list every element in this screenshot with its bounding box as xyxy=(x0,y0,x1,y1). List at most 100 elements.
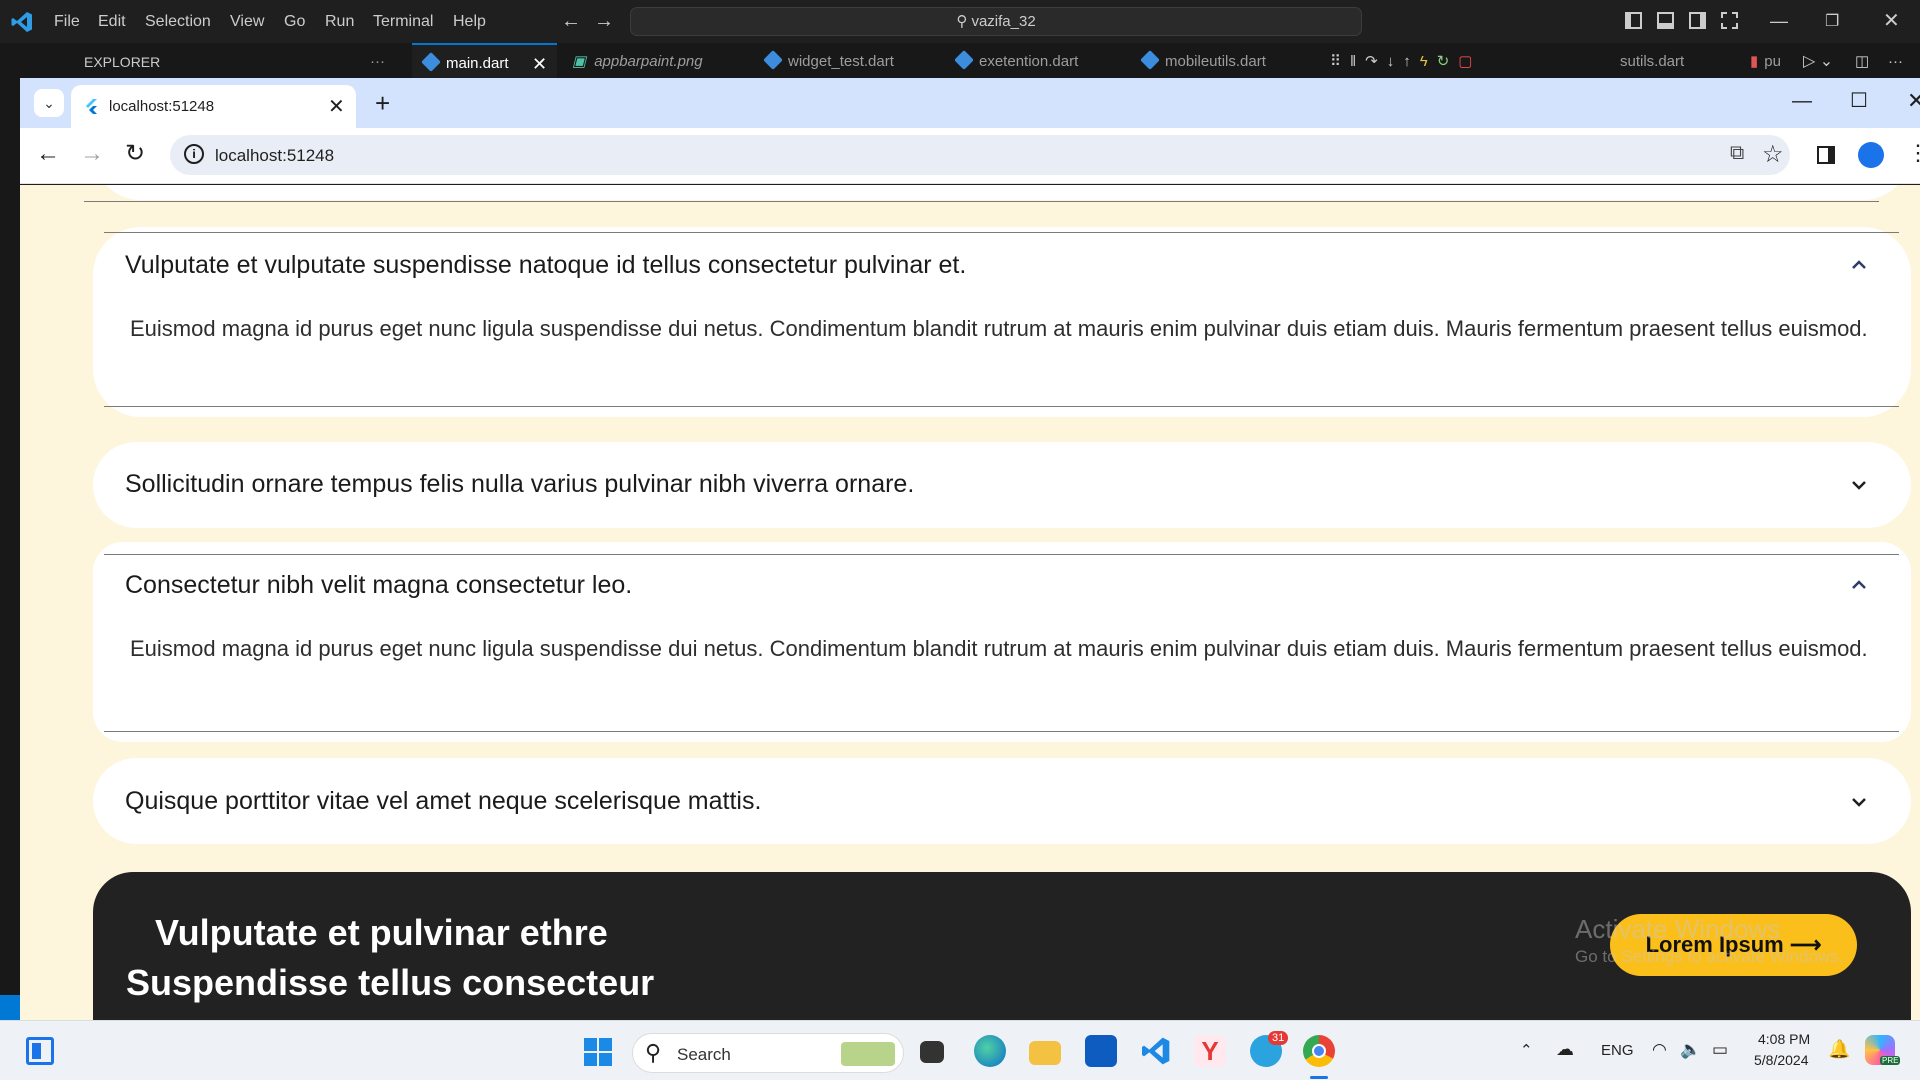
faq-item-3[interactable]: Consectetur nibh velit magna consectetur… xyxy=(93,542,1911,742)
close-tab-icon[interactable]: ✕ xyxy=(328,94,345,119)
new-tab-button[interactable]: + xyxy=(375,88,390,119)
bookmark-star-icon[interactable]: ☆ xyxy=(1762,140,1784,169)
minimize-icon[interactable]: — xyxy=(1792,90,1812,113)
tab-title: localhost:51248 xyxy=(109,98,215,115)
notification-bell-icon[interactable]: 🔔 xyxy=(1828,1039,1850,1060)
faq-question[interactable]: Quisque porttitor vitae vel amet neque s… xyxy=(125,787,761,816)
translate-icon[interactable]: ⧉ xyxy=(1730,142,1744,165)
yandex-browser-icon[interactable]: Y xyxy=(1194,1035,1226,1067)
restore-icon[interactable]: ❐ xyxy=(1825,0,1839,43)
faq-card-previous xyxy=(93,185,1911,200)
browser-tab[interactable]: localhost:51248 ✕ xyxy=(71,85,356,128)
dart-file-icon xyxy=(1140,50,1160,70)
menu-kebab-icon[interactable]: ⋮ xyxy=(1907,140,1920,166)
vscode-logo-icon xyxy=(11,12,32,32)
stop-icon[interactable]: ▢ xyxy=(1458,53,1481,70)
menu-file[interactable]: File xyxy=(54,0,80,43)
faq-question[interactable]: Sollicitudin ornare tempus felis nulla v… xyxy=(125,470,914,499)
menu-go[interactable]: Go xyxy=(284,0,305,43)
faq-question[interactable]: Consectetur nibh velit magna consectetur… xyxy=(125,571,632,600)
onedrive-icon[interactable]: ☁ xyxy=(1556,1039,1574,1060)
forward-arrow-icon[interactable]: → xyxy=(594,0,614,43)
address-bar[interactable]: i localhost:51248 ⧉ ☆ xyxy=(170,135,1790,175)
chevron-down-icon[interactable] xyxy=(1849,475,1869,495)
edge-icon[interactable] xyxy=(974,1035,1006,1067)
active-app-indicator xyxy=(1310,1076,1328,1079)
menu-help[interactable]: Help xyxy=(453,0,486,43)
tab-appbarpaint-png[interactable]: ▣ appbarpaint.png xyxy=(572,43,703,78)
workspace-name: vazifa_32 xyxy=(971,13,1036,30)
reload-icon[interactable]: ↻ xyxy=(125,139,145,168)
cta-section: Vulputate et pulvinar ethre Suspendisse … xyxy=(93,872,1911,1020)
menu-selection[interactable]: Selection xyxy=(145,0,211,43)
forward-arrow-icon[interactable]: → xyxy=(80,140,104,168)
wifi-icon[interactable]: ◠ xyxy=(1652,1040,1667,1060)
clock-date[interactable]: 5/8/2024 xyxy=(1754,1052,1809,1068)
menu-view[interactable]: View xyxy=(230,0,264,43)
language-indicator[interactable]: ENG xyxy=(1601,1042,1634,1059)
back-arrow-icon[interactable]: ← xyxy=(36,140,60,168)
windows-start-icon[interactable] xyxy=(584,1038,612,1066)
menu-terminal[interactable]: Terminal xyxy=(373,0,433,43)
chevron-up-icon[interactable] xyxy=(1849,255,1869,275)
close-window-icon[interactable]: ✕ xyxy=(1883,0,1900,43)
faq-item-2[interactable]: Sollicitudin ornare tempus felis nulla v… xyxy=(93,442,1911,528)
faq-question[interactable]: Vulputate et vulputate suspendisse natoq… xyxy=(125,251,966,280)
image-file-icon: ▣ xyxy=(572,53,587,70)
chevron-up-icon[interactable] xyxy=(1849,575,1869,595)
pdf-file-icon: ▮ xyxy=(1750,53,1759,70)
task-view-icon[interactable] xyxy=(920,1041,944,1063)
profile-avatar-icon[interactable] xyxy=(1858,142,1884,168)
command-center[interactable]: ⚲ vazifa_32 xyxy=(630,7,1362,36)
activity-bar xyxy=(0,43,20,1080)
maximize-icon[interactable]: ☐ xyxy=(1850,88,1868,113)
side-panel-icon[interactable] xyxy=(1817,146,1835,164)
close-window-icon[interactable]: ✕ xyxy=(1907,88,1920,114)
vscode-taskbar-icon[interactable] xyxy=(1140,1035,1172,1067)
taskbar: ⚲ Search Y 31 ⌃ ☁ ENG ◠ 🔈 ▭ 4:08 PM 5/8/… xyxy=(0,1020,1920,1080)
page-viewport: Vulputate et vulputate suspendisse natoq… xyxy=(20,185,1920,1020)
customize-layout-icon[interactable] xyxy=(1721,12,1738,29)
store-icon[interactable] xyxy=(1085,1035,1117,1067)
debug-toolbar[interactable]: ⠿‖↷↓↑ϟ↻▢ xyxy=(1330,43,1481,78)
copilot-pre-badge: PRE xyxy=(1880,1056,1901,1065)
faq-item-4[interactable]: Quisque porttitor vitae vel amet neque s… xyxy=(93,758,1911,844)
tab-exetention-dart[interactable]: exetention.dart xyxy=(954,43,1078,78)
clock-time[interactable]: 4:08 PM xyxy=(1758,1031,1810,1047)
menu-run[interactable]: Run xyxy=(325,0,354,43)
chevron-down-icon[interactable] xyxy=(1849,792,1869,812)
taskbar-search[interactable]: ⚲ Search xyxy=(632,1033,904,1073)
cta-heading-line2: Suspendisse tellus consecteur xyxy=(126,962,655,1003)
tab-sutils-dart[interactable]: sutils.dart xyxy=(1620,43,1684,78)
search-icon: ⚲ xyxy=(645,1040,662,1065)
faq-item-1[interactable]: Vulputate et vulputate suspendisse natoq… xyxy=(93,227,1911,417)
file-explorer-icon[interactable] xyxy=(1029,1041,1061,1065)
toggle-primary-sidebar-icon[interactable] xyxy=(1625,12,1642,29)
back-arrow-icon[interactable]: ← xyxy=(561,0,581,43)
activate-windows-watermark: Activate Windows Go to Settings to activ… xyxy=(1575,914,1844,966)
tab-search-icon[interactable]: ⌄ xyxy=(34,89,64,117)
toggle-panel-icon[interactable] xyxy=(1657,12,1674,29)
tab-widget-test-dart[interactable]: widget_test.dart xyxy=(763,43,894,78)
battery-icon[interactable]: ▭ xyxy=(1712,1040,1728,1060)
chrome-icon[interactable] xyxy=(1303,1035,1335,1067)
search-icon: ⚲ xyxy=(956,13,972,30)
widgets-icon[interactable] xyxy=(26,1037,54,1065)
explorer-more-icon[interactable]: ··· xyxy=(370,43,385,78)
run-icon[interactable]: ▷ ⌄ xyxy=(1803,43,1833,78)
split-editor-icon[interactable]: ◫ xyxy=(1855,43,1869,78)
site-info-icon[interactable]: i xyxy=(184,144,204,164)
more-actions-icon[interactable]: ··· xyxy=(1888,43,1903,78)
restart-icon[interactable]: ↻ xyxy=(1437,53,1459,70)
divider xyxy=(104,406,1899,407)
debug-controls-icon[interactable]: ⠿‖↷↓↑ xyxy=(1330,53,1420,70)
tab-pu[interactable]: ▮ pu xyxy=(1750,43,1781,78)
dart-file-icon xyxy=(954,50,974,70)
show-hidden-icons-icon[interactable]: ⌃ xyxy=(1520,1041,1533,1059)
toggle-secondary-sidebar-icon[interactable] xyxy=(1689,12,1706,29)
minimize-icon[interactable]: — xyxy=(1770,0,1788,43)
menu-edit[interactable]: Edit xyxy=(98,0,126,43)
tab-main-dart[interactable]: main.dart ✕ xyxy=(412,43,557,78)
volume-icon[interactable]: 🔈 xyxy=(1680,1040,1701,1060)
tab-mobileutils-dart[interactable]: mobileutils.dart xyxy=(1140,43,1266,78)
